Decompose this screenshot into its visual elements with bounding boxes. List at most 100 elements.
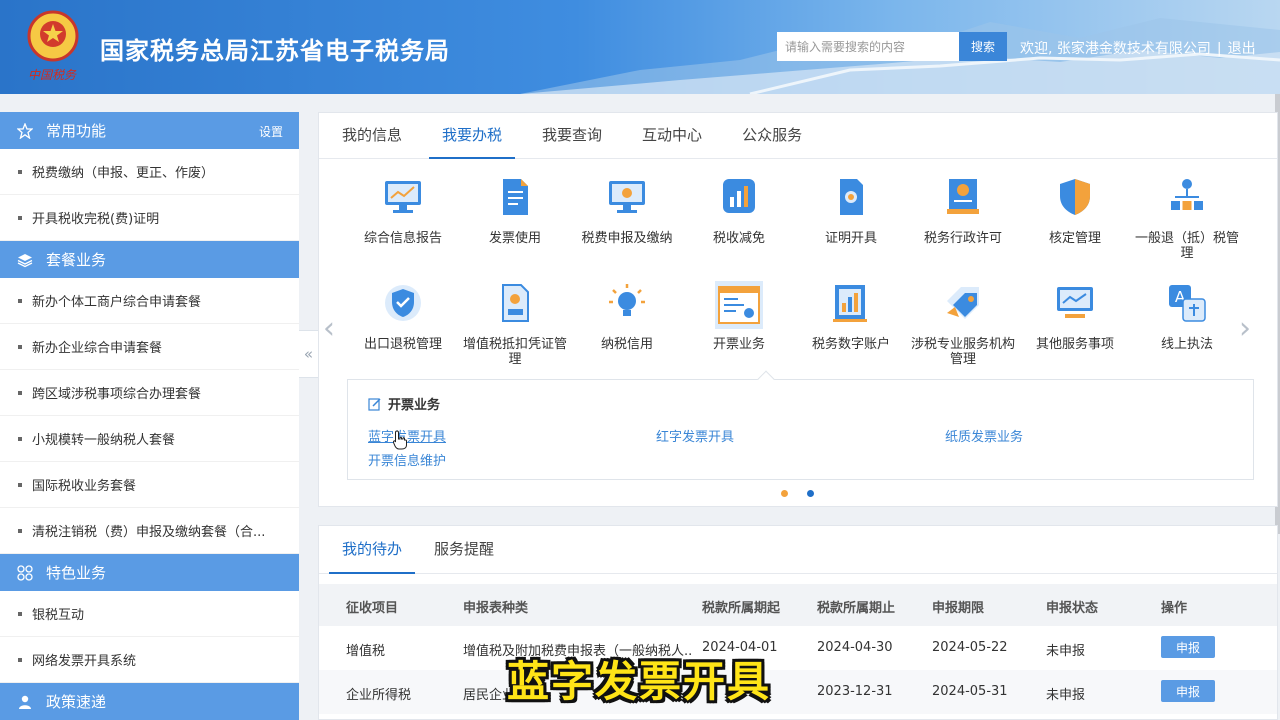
table-row: 增值税 增值税及附加税费申报表（一般纳税人... 2024-04-01 2024… (319, 626, 1277, 670)
sidebar-item-bank-tax[interactable]: 银税互动 (0, 591, 299, 637)
tab-public-service[interactable]: 公众服务 (729, 113, 815, 158)
tab-interaction[interactable]: 互动中心 (629, 113, 715, 158)
service-invoice-use[interactable]: 发票使用 (459, 175, 571, 246)
logout-link[interactable]: 退出 (1228, 41, 1256, 57)
column-header: 税款所属期起 (702, 601, 781, 616)
service-info-report[interactable]: 综合信息报告 (347, 175, 459, 246)
service-online-enforcement[interactable]: A 线上执法 (1131, 281, 1243, 352)
star-icon (16, 122, 34, 140)
declare-button[interactable]: 申报 (1161, 680, 1215, 702)
service-professional-agency[interactable]: 涉税专业服务机构管理 (907, 281, 1019, 367)
bar-chart-icon (723, 179, 755, 213)
sidebar-item-new-individual[interactable]: 新办个体工商户综合申请套餐 (0, 278, 299, 324)
tab-service-reminder[interactable]: 服务提醒 (421, 526, 507, 573)
service-label: 涉税专业服务机构管理 (910, 337, 1015, 367)
lightbulb-icon (609, 284, 645, 316)
monitor-icon (609, 181, 645, 213)
welcome-text: 欢迎, 张家港金数技术有限公司 (1020, 41, 1211, 57)
bullet (18, 611, 22, 616)
service-vat-deduction[interactable]: 增值税抵扣凭证管理 (459, 281, 571, 367)
section-packages[interactable]: 套餐业务 (0, 241, 299, 278)
bullet (18, 436, 22, 441)
sidebar-item-new-enterprise[interactable]: 新办企业综合申请套餐 (0, 324, 299, 370)
carousel-dot-2[interactable] (807, 490, 814, 497)
separator: | (1216, 41, 1222, 57)
bullet (18, 215, 22, 220)
table-cell: 2023-12-31 (817, 684, 893, 699)
tab-query[interactable]: 我要查询 (529, 113, 615, 158)
service-label: 税务数字账户 (811, 337, 890, 352)
shield-icon (1060, 179, 1090, 215)
sidebar-item-small-to-general[interactable]: 小规模转一般纳税人套餐 (0, 416, 299, 462)
service-label: 其他服务事项 (1035, 337, 1114, 352)
bullet (18, 482, 22, 487)
service-panel: 我的信息 我要办税 我要查询 互动中心 公众服务 ‹ › 综合信息报告 发票使用… (318, 112, 1278, 507)
collapse-sidebar-button[interactable]: « (299, 330, 319, 378)
sidebar-item-label: 国际税收业务套餐 (32, 479, 137, 494)
sidebar-item-tax-certificate[interactable]: 开具税收完税(费)证明 (0, 195, 299, 241)
settings-link[interactable]: 设置 (259, 123, 283, 140)
service-label: 纳税信用 (600, 337, 653, 352)
link-invoice-info[interactable]: 开票信息维护 (368, 450, 446, 469)
sidebar-item-label: 税费缴纳（申报、更正、作废） (32, 166, 215, 181)
service-tax-declare[interactable]: 税费申报及缴纳 (571, 175, 683, 246)
service-digital-account[interactable]: 税务数字账户 (795, 281, 907, 352)
tab-tax-handling[interactable]: 我要办税 (429, 113, 516, 159)
bullet (18, 169, 22, 174)
table-row: 企业所得税 居民企业 2023-12-31 2024-05-31 未申报 申报 (319, 670, 1277, 714)
table-header: 征收项目 申报表种类 税款所属期起 税款所属期止 申报期限 申报状态 操作 (319, 584, 1277, 626)
carousel-dot-1[interactable] (781, 490, 788, 497)
section-title: 特色业务 (46, 564, 107, 582)
monitor-chart-icon (385, 181, 421, 213)
bullet (18, 390, 22, 395)
section-policy[interactable]: 政策速递 (0, 683, 299, 720)
column-header: 申报期限 (932, 601, 985, 616)
tag-icon (947, 287, 979, 319)
sidebar-item-deregistration[interactable]: 清税注销税（费）申报及缴纳套餐（合... (0, 508, 299, 554)
org-chart-icon (1171, 179, 1203, 210)
declare-button[interactable]: 申报 (1161, 636, 1215, 658)
service-invoicing[interactable]: 开票业务 (683, 281, 795, 352)
bullet (18, 528, 22, 533)
chevron-left-icon[interactable]: ‹ (323, 311, 335, 346)
sidebar-item-international[interactable]: 国际税收业务套餐 (0, 462, 299, 508)
column-header: 税款所属期止 (817, 601, 896, 616)
bullet (18, 657, 22, 662)
tax-emblem-icon (27, 10, 79, 62)
section-common[interactable]: 常用功能 设置 (0, 112, 299, 149)
translate-icon: A (1169, 285, 1206, 322)
submenu-title-text: 开票业务 (388, 398, 441, 413)
service-assessment[interactable]: 核定管理 (1019, 175, 1131, 246)
invoicing-submenu: 开票业务 蓝字发票开具 红字发票开具 纸质发票业务 开票信息维护 (347, 370, 1254, 480)
service-tax-credit[interactable]: 纳税信用 (571, 281, 683, 352)
sidebar-item-online-invoice[interactable]: 网络发票开具系统 (0, 637, 299, 683)
service-label: 税费申报及缴纳 (581, 231, 673, 246)
invoice-window-icon (715, 281, 763, 329)
service-admin-license[interactable]: 税务行政许可 (907, 175, 1019, 246)
tab-my-todo[interactable]: 我的待办 (329, 526, 416, 574)
table-cell: 企业所得税 (346, 688, 412, 703)
search-input[interactable] (777, 32, 959, 61)
search-button[interactable]: 搜索 (959, 32, 1007, 61)
monitor-wave-icon (1057, 287, 1093, 318)
sidebar-item-cross-region[interactable]: 跨区域涉税事项综合办理套餐 (0, 370, 299, 416)
service-refund[interactable]: 一般退（抵）税管理 (1131, 175, 1243, 261)
video-caption: 蓝字发票开具 (507, 657, 772, 706)
service-tax-relief[interactable]: 税收减免 (683, 175, 795, 246)
sidebar-item-label: 清税注销税（费）申报及缴纳套餐（合... (32, 525, 266, 540)
sidebar: 常用功能 设置 税费缴纳（申报、更正、作废） 开具税收完税(费)证明 套餐业务 … (0, 112, 299, 720)
column-header: 申报表种类 (463, 601, 529, 616)
service-other[interactable]: 其他服务事项 (1019, 281, 1131, 352)
submenu-caret (757, 370, 775, 388)
hand-cursor-icon (393, 430, 407, 450)
table-cell: 未申报 (1046, 688, 1086, 703)
tab-my-info[interactable]: 我的信息 (329, 113, 415, 158)
link-red-invoice[interactable]: 红字发票开具 (656, 426, 734, 445)
section-featured[interactable]: 特色业务 (0, 554, 299, 591)
document-stamp-icon (502, 284, 529, 322)
sidebar-item-tax-payment[interactable]: 税费缴纳（申报、更正、作废） (0, 149, 299, 195)
service-certificate[interactable]: 证明开具 (795, 175, 907, 246)
link-paper-invoice[interactable]: 纸质发票业务 (945, 426, 1023, 445)
service-export-refund[interactable]: 出口退税管理 (347, 281, 459, 352)
link-blue-invoice[interactable]: 蓝字发票开具 (368, 426, 446, 445)
